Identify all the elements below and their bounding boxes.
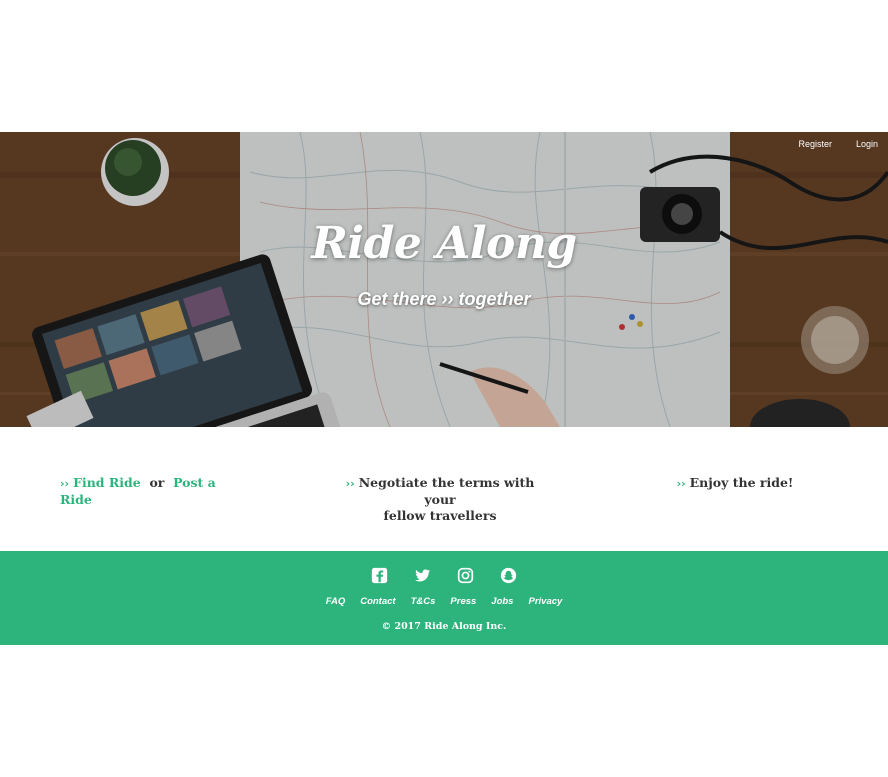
footer-link-press[interactable]: Press	[450, 596, 476, 607]
page: Register Login Ride Along Get there ›› t…	[0, 0, 888, 777]
footer-link-jobs[interactable]: Jobs	[491, 596, 513, 607]
find-ride-link[interactable]: Find Ride	[73, 475, 141, 490]
hero-title: Ride Along	[311, 218, 577, 269]
step-find-or-post: ›› Find Ride or Post a Ride	[60, 475, 240, 508]
footer-links: FAQ Contact T&Cs Press Jobs Privacy	[0, 596, 888, 607]
chevron-icon: ››	[60, 477, 70, 490]
facebook-icon[interactable]	[371, 567, 388, 584]
footer-link-privacy[interactable]: Privacy	[528, 596, 562, 607]
hero-banner: Register Login Ride Along Get there ›› t…	[0, 132, 888, 427]
chevron-icon: ››	[345, 477, 355, 490]
footer-link-tcs[interactable]: T&Cs	[411, 596, 436, 607]
step-enjoy: ›› Enjoy the ride!	[660, 475, 810, 492]
snapchat-icon[interactable]	[500, 567, 517, 584]
how-it-works: ›› Find Ride or Post a Ride ›› Negotiate t…	[0, 427, 888, 551]
top-nav: Register Login	[798, 139, 878, 149]
step-negotiate: ›› Negotiate the terms with your fellow t…	[330, 475, 550, 524]
social-links	[0, 567, 888, 584]
copyright: © 2017 Ride Along Inc.	[381, 621, 507, 632]
step-negotiate-line2: fellow travellers	[383, 508, 497, 523]
twitter-icon[interactable]	[414, 567, 431, 584]
register-link[interactable]: Register	[798, 139, 832, 149]
footer-link-contact[interactable]: Contact	[360, 596, 395, 607]
hero-overlay	[0, 132, 888, 427]
or-text: or	[149, 475, 165, 490]
chevron-icon: ››	[676, 477, 686, 490]
step-negotiate-line1: Negotiate the terms with your	[358, 475, 535, 507]
hero-tagline: Get there ›› together	[357, 289, 531, 309]
login-link[interactable]: Login	[856, 139, 878, 149]
instagram-icon[interactable]	[457, 567, 474, 584]
step-enjoy-text: Enjoy the ride!	[689, 475, 794, 490]
footer-link-faq[interactable]: FAQ	[326, 596, 346, 607]
footer: FAQ Contact T&Cs Press Jobs Privacy © 20…	[0, 551, 888, 645]
